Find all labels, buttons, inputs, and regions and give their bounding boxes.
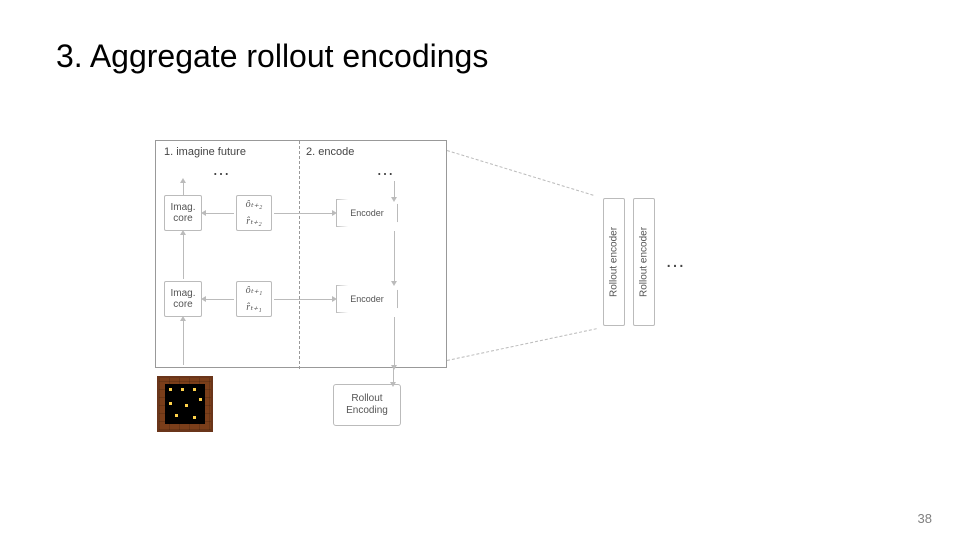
encoder-node: Encoder [336, 285, 398, 313]
label-encode: 2. encode [306, 146, 354, 158]
arrow [393, 368, 394, 382]
architecture-diagram: 1. imagine future 2. encode … … Imag. co… [155, 140, 805, 440]
state-node-t1: ôₜ₊₁ r̂ₜ₊₁ [236, 281, 272, 317]
arrow [274, 213, 332, 214]
arrow [274, 299, 332, 300]
symbol-o-hat: ôₜ₊₁ [246, 285, 263, 296]
symbol-r-hat: r̂ₜ₊₂ [246, 216, 262, 227]
column-divider [299, 141, 300, 369]
arrow [394, 317, 395, 365]
arrow [183, 183, 184, 195]
page-number: 38 [918, 511, 932, 526]
symbol-o-hat: ôₜ₊₂ [246, 199, 263, 210]
dashed-connector [447, 150, 594, 196]
imagination-core-node: Imag. core [164, 195, 202, 231]
ellipsis-icon: … [665, 250, 689, 273]
observation-tile [157, 376, 213, 432]
arrow [183, 321, 184, 365]
rollout-encoding-node: Rollout Encoding [333, 384, 401, 426]
symbol-r-hat: r̂ₜ₊₁ [246, 302, 262, 313]
label-imagine-future: 1. imagine future [164, 146, 246, 158]
rollout-encoder-node: Rollout encoder [603, 198, 625, 326]
imagination-core-node: Imag. core [164, 281, 202, 317]
rollout-encoder-node: Rollout encoder [633, 198, 655, 326]
dashed-connector [447, 328, 597, 361]
state-node-t2: ôₜ₊₂ r̂ₜ₊₂ [236, 195, 272, 231]
arrow [183, 235, 184, 279]
ellipsis-icon: … [212, 159, 234, 180]
encoder-node: Encoder [336, 199, 398, 227]
ellipsis-icon: … [376, 159, 398, 180]
slide-title: 3. Aggregate rollout encodings [56, 38, 488, 75]
arrow [394, 231, 395, 281]
rollout-frame: 1. imagine future 2. encode … … Imag. co… [155, 140, 447, 368]
arrow [206, 213, 234, 214]
arrow [394, 181, 395, 197]
arrow [206, 299, 234, 300]
